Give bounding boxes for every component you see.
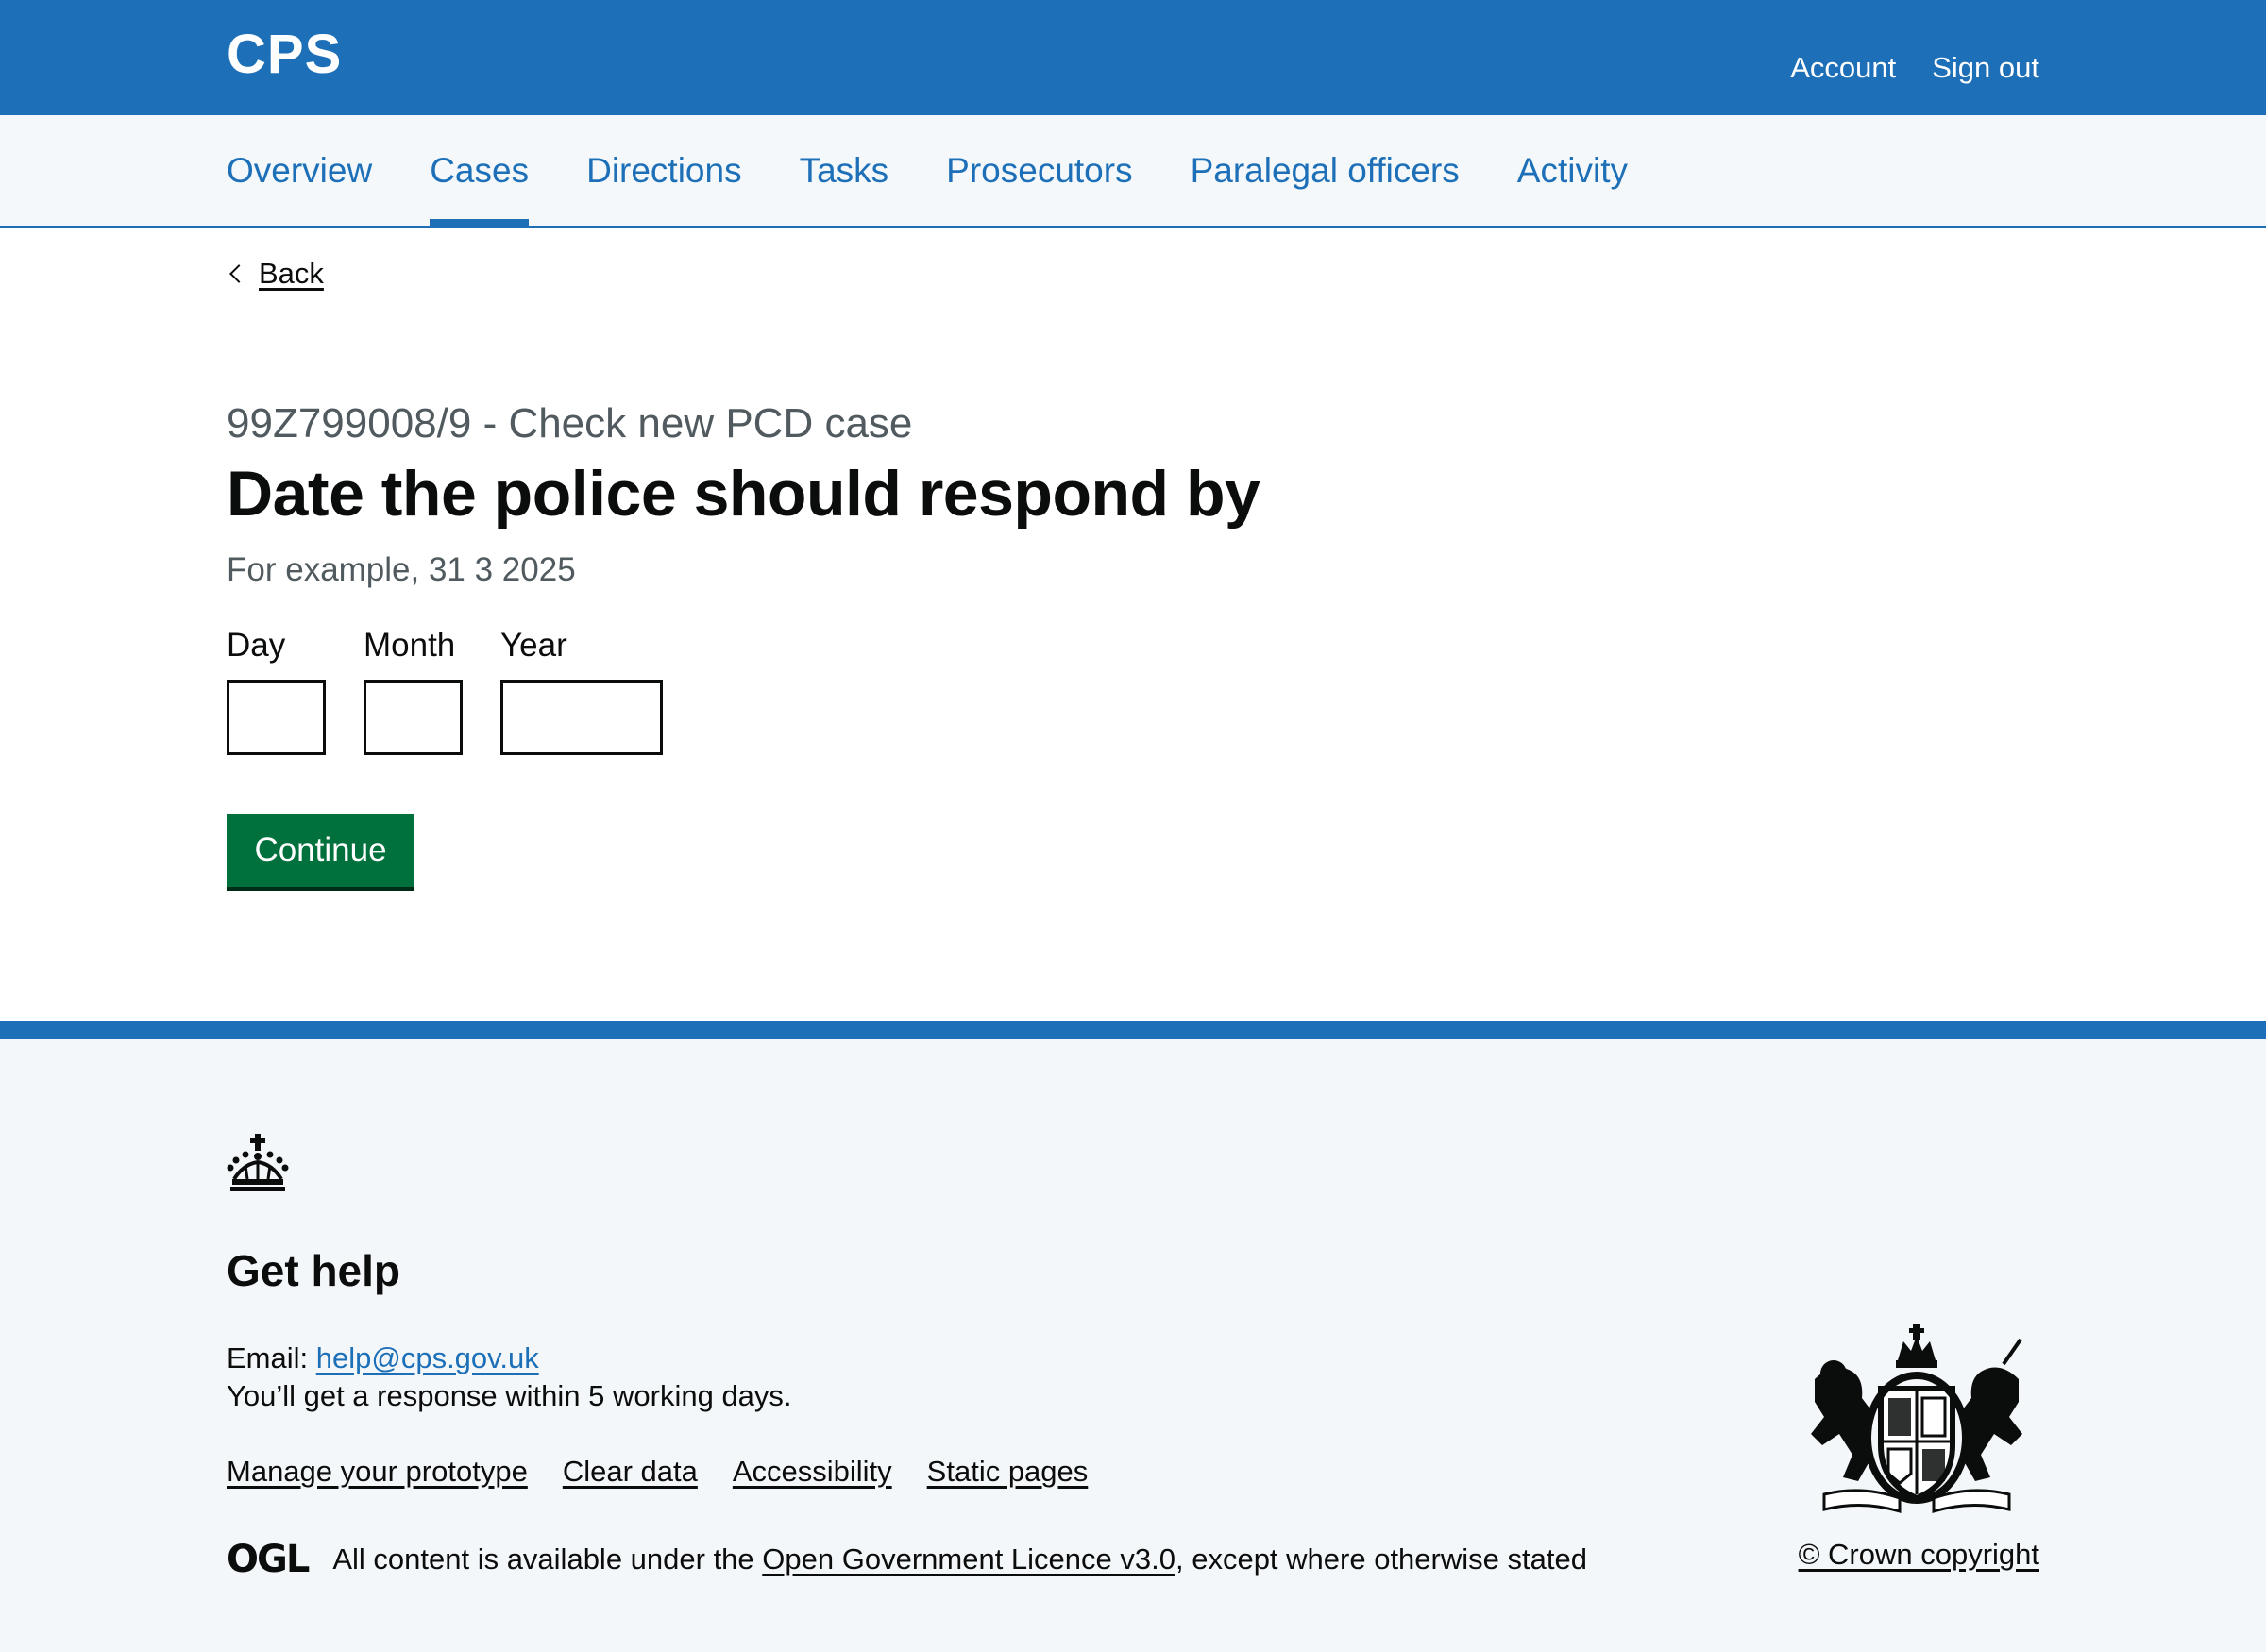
date-input-group: Day Month Year xyxy=(227,627,663,755)
licence-suffix: , except where otherwise stated xyxy=(1175,1542,1587,1576)
crown-icon xyxy=(227,1134,289,1191)
cps-logo[interactable]: CPS xyxy=(227,23,342,86)
email-line: Email: help@cps.gov.uk xyxy=(227,1341,539,1375)
nav-link-overview[interactable]: Overview xyxy=(227,151,372,191)
day-item: Day xyxy=(227,627,326,755)
footer-link-manage-prototype[interactable]: Manage your prototype xyxy=(227,1455,528,1489)
nav-link-tasks[interactable]: Tasks xyxy=(800,151,889,191)
nav-item-overview[interactable]: Overview xyxy=(227,115,372,226)
nav-item-tasks[interactable]: Tasks xyxy=(800,115,889,226)
licence-link[interactable]: Open Government Licence v3.0 xyxy=(762,1542,1175,1576)
primary-navigation: Overview Cases Directions Tasks Prosecut… xyxy=(0,115,2266,228)
nav-list: Overview Cases Directions Tasks Prosecut… xyxy=(227,115,1685,228)
licence-prefix: All content is available under the xyxy=(332,1542,763,1576)
year-label: Year xyxy=(500,627,567,664)
nav-link-cases[interactable]: Cases xyxy=(430,151,529,191)
footer-link-clear-data[interactable]: Clear data xyxy=(563,1455,698,1489)
back-link[interactable]: Back xyxy=(227,257,324,291)
help-email-link[interactable]: help@cps.gov.uk xyxy=(316,1341,539,1374)
case-caption: 99Z799008/9 - Check new PCD case xyxy=(227,400,913,447)
header: CPS Account Sign out xyxy=(0,0,2266,115)
day-label: Day xyxy=(227,627,286,664)
header-links: Account Sign out xyxy=(1790,51,2039,85)
nav-item-prosecutors[interactable]: Prosecutors xyxy=(946,115,1132,226)
month-item: Month xyxy=(364,627,463,755)
year-input[interactable] xyxy=(500,680,663,755)
year-item: Year xyxy=(500,627,663,755)
back-link-text[interactable]: Back xyxy=(259,257,324,291)
date-hint: For example, 31 3 2025 xyxy=(227,551,576,588)
royal-coat-of-arms-icon xyxy=(1811,1324,2022,1514)
sign-out-link[interactable]: Sign out xyxy=(1932,51,2039,85)
day-input[interactable] xyxy=(227,680,326,755)
nav-item-activity[interactable]: Activity xyxy=(1517,115,1628,226)
footer: Get help Email: help@cps.gov.uk You’ll g… xyxy=(0,1021,2266,1652)
crown-copyright-link[interactable]: © Crown copyright xyxy=(1799,1538,2039,1571)
nav-item-cases[interactable]: Cases xyxy=(430,115,529,228)
licence-text: All content is available under the Open … xyxy=(332,1542,1587,1576)
continue-button[interactable]: Continue xyxy=(227,814,414,887)
crown-copyright: © Crown copyright xyxy=(1799,1538,2039,1572)
nav-link-activity[interactable]: Activity xyxy=(1517,151,1628,191)
footer-link-accessibility[interactable]: Accessibility xyxy=(733,1455,892,1489)
page-title: Date the police should respond by xyxy=(227,458,1260,530)
nav-item-directions[interactable]: Directions xyxy=(586,115,742,226)
nav-link-paralegal-officers[interactable]: Paralegal officers xyxy=(1191,151,1460,191)
ogl-logo-icon: OGL xyxy=(227,1538,310,1581)
month-label: Month xyxy=(364,627,456,664)
footer-links: Manage your prototype Clear data Accessi… xyxy=(227,1455,1088,1489)
month-input[interactable] xyxy=(364,680,463,755)
footer-heading: Get help xyxy=(227,1246,401,1295)
email-prefix: Email: xyxy=(227,1341,316,1374)
nav-item-paralegal-officers[interactable]: Paralegal officers xyxy=(1191,115,1460,226)
response-time-text: You’ll get a response within 5 working d… xyxy=(227,1379,792,1412)
licence-statement: OGL All content is available under the O… xyxy=(227,1538,1587,1581)
account-link[interactable]: Account xyxy=(1790,51,1896,85)
nav-link-prosecutors[interactable]: Prosecutors xyxy=(946,151,1132,191)
footer-link-static-pages[interactable]: Static pages xyxy=(927,1455,1089,1489)
nav-link-directions[interactable]: Directions xyxy=(586,151,742,191)
chevron-left-icon xyxy=(229,264,248,283)
